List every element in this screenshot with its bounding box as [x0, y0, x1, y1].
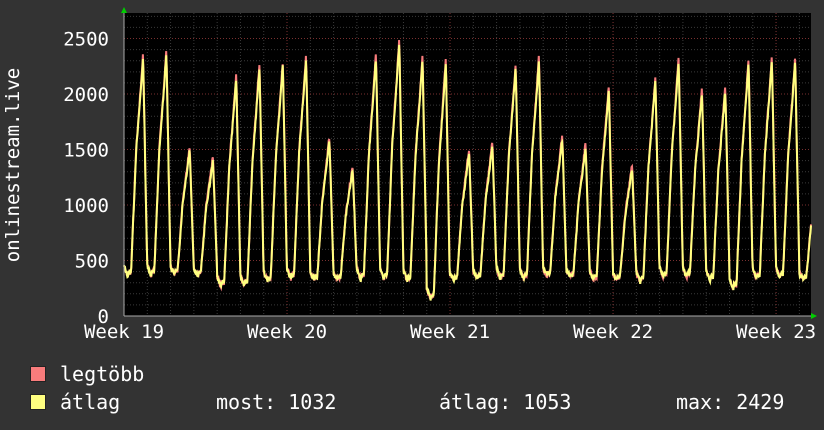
x-tick-label: Week 19	[84, 321, 164, 343]
y-tick-label: 2500	[63, 29, 109, 51]
x-axis-arrow-icon	[811, 313, 817, 319]
x-tick-label: Week 22	[573, 321, 653, 343]
y-axis-label: onlinestream.live	[2, 68, 24, 262]
y-tick-label: 2000	[63, 84, 109, 106]
y-axis-ticks: 05001000150020002500	[63, 29, 109, 328]
x-axis-ticks: Week 19 Week 20 Week 21 Week 22 Week 23	[84, 321, 816, 343]
y-tick-label: 1500	[63, 140, 109, 162]
y-tick-label: 500	[75, 251, 109, 273]
x-tick-label: Week 21	[410, 321, 490, 343]
traffic-chart: 05001000150020002500 Week 19 Week 20 Week …	[2, 7, 817, 343]
y-tick-label: 1000	[63, 195, 109, 217]
x-tick-label: Week 23	[736, 321, 816, 343]
x-tick-label: Week 20	[247, 321, 327, 343]
y-axis-arrow-icon	[121, 7, 127, 13]
